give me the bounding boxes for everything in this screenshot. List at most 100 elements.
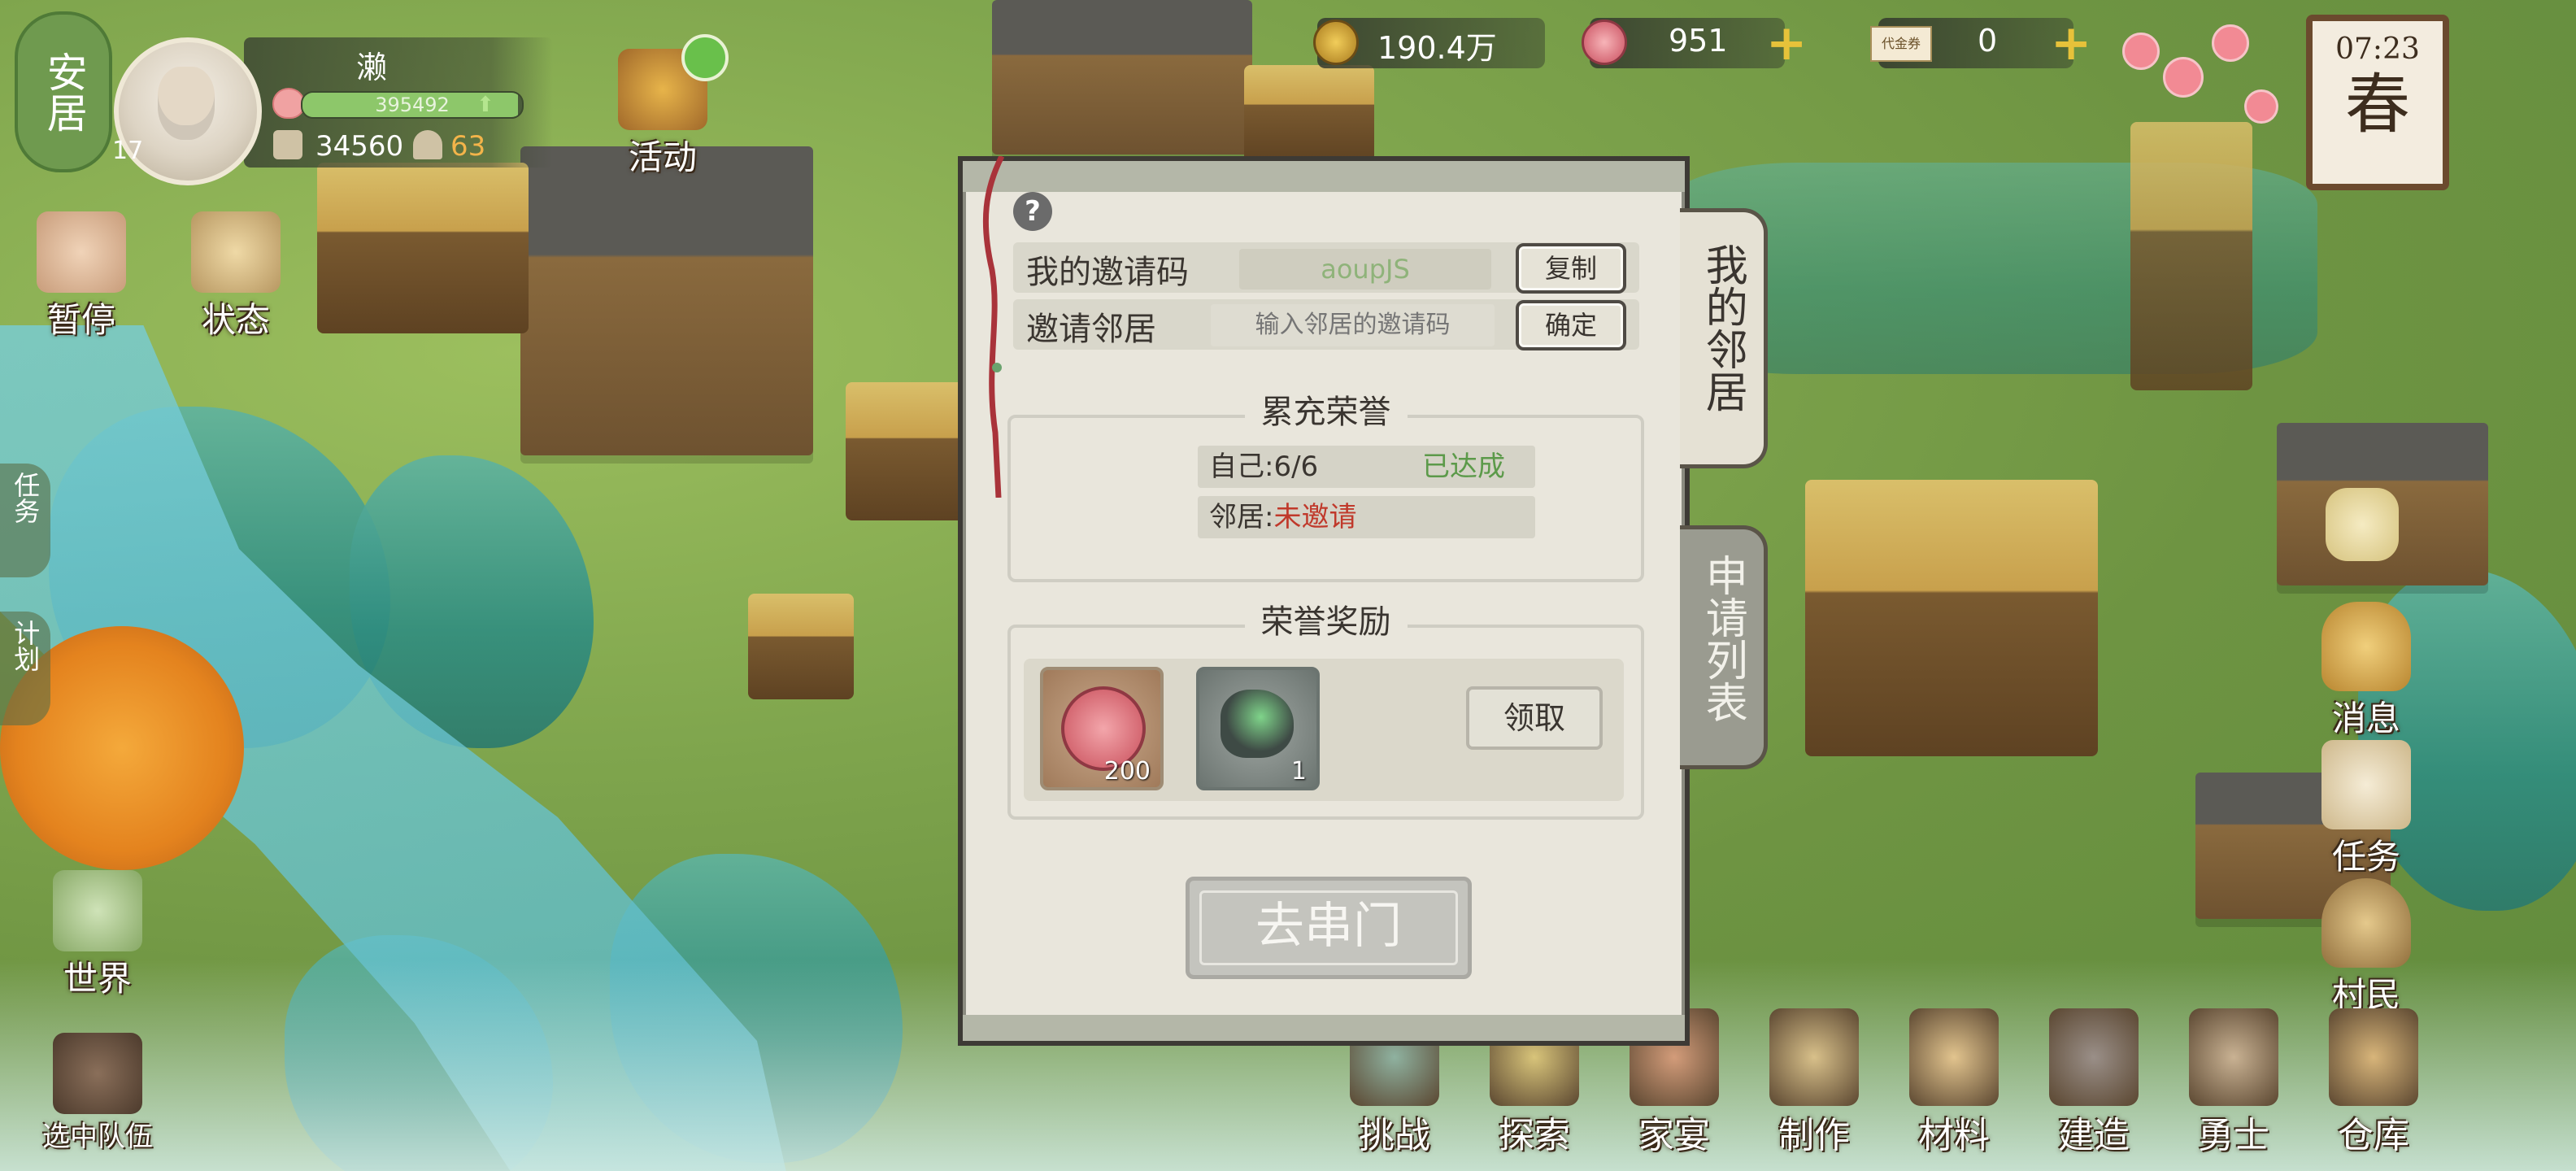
reward-item-blossom[interactable]: 200 [1040, 667, 1164, 790]
house [992, 0, 1252, 155]
world-button[interactable]: 世界 [33, 870, 163, 1001]
status-label-menu: 状态 [201, 300, 270, 340]
house [317, 163, 529, 333]
map-icon [53, 870, 142, 951]
blossom-icon [1582, 20, 1627, 65]
bottom-menu-label: 探索 [1499, 1115, 1570, 1156]
stat-building: 34560 [315, 130, 404, 163]
build-icon [2049, 1008, 2139, 1106]
add-blossom-button[interactable]: + [1766, 15, 1807, 72]
tab-my-neighbors[interactable]: 我的邻居 [1680, 208, 1768, 468]
hand-icon [37, 211, 126, 293]
stairs [2130, 122, 2252, 390]
reward-item-jade-ore[interactable]: 1 [1196, 667, 1320, 790]
plan-tab-label: 计划 [10, 620, 41, 672]
activity-label: 活动 [628, 137, 697, 177]
tasks-button[interactable]: 任务 [2301, 740, 2431, 879]
voucher-icon: 代金券 [1870, 26, 1932, 62]
pavilion [1805, 480, 2098, 756]
house-icon [191, 211, 281, 293]
confirm-button[interactable]: 确定 [1516, 300, 1626, 350]
tab-my-neighbors-label: 我的邻居 [1698, 243, 1747, 412]
my-code-value: aoupJS [1239, 249, 1491, 289]
status-button[interactable]: 状态 [179, 211, 293, 342]
help-button[interactable]: ? [1013, 192, 1052, 231]
house [1244, 65, 1374, 163]
blossom-decoration [2122, 33, 2160, 70]
tab-tasks-left[interactable]: 任务 [0, 464, 50, 577]
status-label: 安居 [40, 51, 88, 133]
villagers-button[interactable]: 村民 [2301, 878, 2431, 1017]
jade-ore-icon [1221, 690, 1294, 758]
voucher-value: 0 [1978, 23, 1998, 59]
workshop [748, 594, 854, 699]
stat-people: 63 [450, 130, 486, 163]
person-icon [413, 130, 442, 159]
bottom-menu-label: 材料 [1918, 1115, 1990, 1156]
invite-dialog: ? 我的邀请码 aoupJS 复制 邀请邻居 确定 累充荣誉 自己:6/6 已达… [958, 156, 1690, 1046]
honor-section: 累充荣誉 自己:6/6 已达成 邻居:未邀请 [1007, 385, 1644, 582]
item-count: 1 [1290, 757, 1307, 786]
tab-plan-left[interactable]: 计划 [0, 612, 50, 725]
blossom-decoration [2212, 24, 2249, 62]
blossom-decoration [2244, 89, 2278, 124]
player-level: 17 [112, 137, 144, 165]
go-visit-button[interactable]: 去串门 [1186, 877, 1472, 979]
neighbor-progress-row: 邻居:未邀请 [1198, 496, 1535, 538]
warrior-icon [2189, 1008, 2278, 1106]
neighbor-status: 未邀请 [1273, 501, 1357, 533]
house [520, 146, 813, 455]
self-progress-row: 自己:6/6 已达成 [1198, 446, 1535, 488]
house [846, 382, 976, 520]
messages-button[interactable]: 消息 [2301, 602, 2431, 741]
flower-icon[interactable] [2326, 488, 2399, 561]
tab-requests[interactable]: 申请列表 [1680, 525, 1768, 769]
bottom-menu-label: 制作 [1778, 1115, 1850, 1156]
building-icon [273, 130, 302, 159]
team-label: 选中队伍 [42, 1121, 153, 1153]
neighbor-label: 邻居: [1209, 501, 1274, 533]
clock-time: 07:23 [2335, 33, 2420, 66]
bottom-menu-item[interactable]: 制作 [1753, 1008, 1875, 1158]
item-count: 200 [1103, 757, 1151, 786]
storage-icon [2329, 1008, 2418, 1106]
player-name: 濑 [356, 50, 388, 85]
villager-icon [2321, 878, 2411, 968]
bottom-menu-label: 家宴 [1638, 1115, 1710, 1156]
materials-icon [1909, 1008, 1999, 1106]
bottom-menu-item[interactable]: 建造 [2033, 1008, 2155, 1158]
craft-icon [1769, 1008, 1859, 1106]
tasks-label: 任务 [2331, 837, 2400, 877]
clock-season: 春 [2345, 67, 2410, 142]
invite-code-input[interactable] [1211, 304, 1495, 346]
bottom-menu-label: 挑战 [1359, 1115, 1430, 1156]
ribbon-decoration [982, 156, 1005, 498]
bottom-menu-item[interactable]: 材料 [1893, 1008, 2015, 1158]
messages-label: 消息 [2331, 699, 2400, 738]
copy-button[interactable]: 复制 [1516, 243, 1626, 294]
go-visit-label: 去串门 [1199, 890, 1458, 965]
honor-title: 累充荣誉 [1244, 385, 1408, 433]
bottom-menu-label: 勇士 [2198, 1115, 2269, 1156]
scroll-icon [2321, 740, 2411, 829]
level-up-arrow-icon: ⬆ [476, 93, 494, 117]
voucher-icon-text: 代金券 [1881, 36, 1921, 51]
blossom-value: 951 [1669, 23, 1728, 59]
add-voucher-button[interactable]: + [2051, 15, 2091, 72]
status-badge[interactable]: 安居 [15, 11, 112, 172]
coin-value: 190.4万 [1377, 30, 1497, 66]
bottom-menu-label: 建造 [2058, 1115, 2130, 1156]
coin-icon [1313, 20, 1359, 65]
pause-button[interactable]: 暂停 [24, 211, 138, 342]
bottom-menu-item[interactable]: 仓库 [2313, 1008, 2435, 1158]
my-code-label: 我的邀请码 [1026, 254, 1189, 291]
task-tab-label: 任务 [10, 472, 41, 524]
team-button[interactable]: 选中队伍 [24, 1033, 171, 1154]
notification-dot-icon [681, 34, 729, 81]
warrior-icon [53, 1033, 142, 1114]
peach-icon [272, 88, 305, 119]
bottom-menu-item[interactable]: 勇士 [2173, 1008, 2295, 1158]
tab-requests-label: 申请列表 [1698, 554, 1747, 723]
claim-button[interactable]: 领取 [1466, 686, 1603, 750]
reward-section: 荣誉奖励 200 1 领取 [1007, 595, 1644, 820]
